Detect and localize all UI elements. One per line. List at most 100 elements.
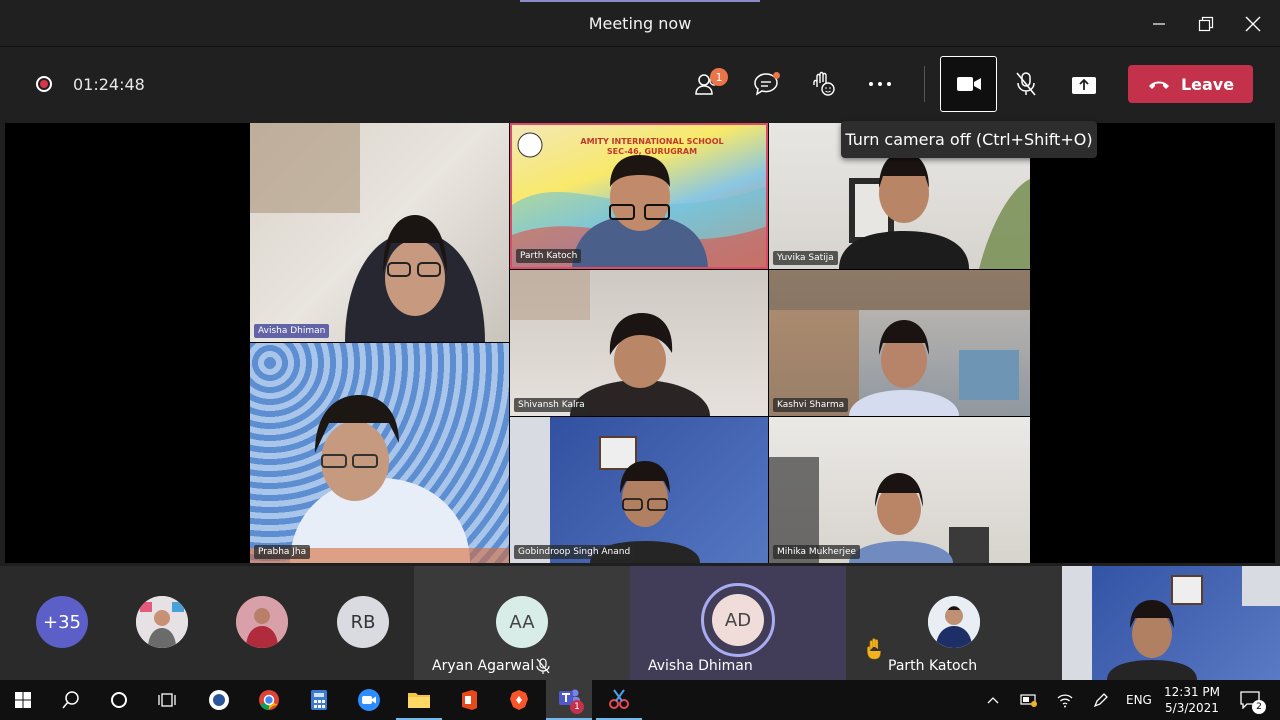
overflow-count-button[interactable]: +35 bbox=[36, 596, 88, 648]
snipping-tool-icon bbox=[609, 689, 629, 709]
tile-name: Parth Katoch bbox=[516, 249, 582, 263]
title-bar: Meeting now bbox=[0, 0, 1280, 47]
avatar-photo bbox=[136, 596, 188, 648]
avatar-initials: AD bbox=[712, 594, 764, 646]
video-tile-active[interactable]: AMITY INTERNATIONAL SCHOOL SEC-46, GURUG… bbox=[510, 123, 768, 269]
chrome-icon bbox=[259, 690, 279, 711]
teams-badge: 1 bbox=[570, 700, 584, 714]
language-indicator[interactable]: ENG bbox=[1126, 693, 1152, 707]
system-clock[interactable]: 12:31 PM 5/3/2021 bbox=[1162, 684, 1222, 716]
participant-video bbox=[510, 417, 700, 563]
windows-taskbar: 1 ENG 12:31 PM 5/3/2021 2 bbox=[0, 680, 1280, 720]
pen-icon bbox=[1093, 693, 1108, 708]
hang-up-icon bbox=[1148, 81, 1169, 89]
minimize-icon bbox=[1153, 23, 1165, 25]
meeting-toolbar: 01:24:48 1 Leave bbox=[0, 48, 1280, 120]
microphone-off-icon bbox=[536, 658, 550, 674]
windows-logo-icon bbox=[15, 692, 31, 708]
start-button[interactable] bbox=[0, 680, 46, 720]
banner-line-2: SEC-46, GURUGRAM bbox=[606, 147, 698, 156]
avatar-photo bbox=[928, 596, 980, 648]
clock-date: 5/3/2021 bbox=[1165, 701, 1219, 715]
taskbar-app[interactable] bbox=[246, 680, 292, 720]
avatar-initials: AA bbox=[496, 596, 548, 648]
participant-name: Aryan Agarwal bbox=[432, 658, 535, 674]
video-tile[interactable]: Shivansh Kalra bbox=[510, 270, 768, 416]
participant-video bbox=[250, 123, 485, 342]
cortana-button[interactable] bbox=[96, 680, 142, 720]
minimize-button[interactable] bbox=[1136, 10, 1182, 38]
search-button[interactable] bbox=[48, 680, 94, 720]
share-tray-icon bbox=[1072, 77, 1096, 94]
toolbar-divider bbox=[924, 66, 925, 102]
task-view-button[interactable] bbox=[144, 680, 190, 720]
avatar-photo bbox=[236, 596, 288, 648]
word-app-icon bbox=[209, 690, 229, 710]
restore-button[interactable] bbox=[1183, 10, 1229, 38]
tile-name: Prabha Jha bbox=[254, 545, 311, 559]
recording-indicator bbox=[36, 76, 52, 92]
more-icon bbox=[869, 82, 891, 86]
avatar[interactable] bbox=[236, 596, 288, 648]
wifi-icon bbox=[1057, 694, 1073, 708]
chat-unread-dot bbox=[773, 72, 780, 79]
tray-icon[interactable] bbox=[1014, 680, 1044, 720]
taskbar-app[interactable] bbox=[446, 680, 492, 720]
taskbar-app[interactable] bbox=[496, 680, 542, 720]
restore-icon bbox=[1198, 16, 1214, 32]
brave-icon bbox=[510, 690, 528, 710]
participants-button[interactable]: 1 bbox=[688, 66, 728, 102]
notifications-button[interactable]: 2 bbox=[1230, 680, 1270, 720]
chat-button[interactable] bbox=[746, 66, 786, 102]
video-camera-icon bbox=[956, 77, 981, 91]
video-tile[interactable]: Prabha Jha bbox=[250, 343, 509, 563]
participant-card[interactable]: AA Aryan Agarwal bbox=[414, 566, 630, 680]
notification-count: 2 bbox=[1252, 700, 1266, 714]
video-tile[interactable]: Kashvi Sharma bbox=[769, 270, 1030, 416]
office-icon bbox=[462, 690, 477, 710]
taskbar-app[interactable] bbox=[346, 680, 392, 720]
avatar[interactable] bbox=[136, 596, 188, 648]
close-icon bbox=[1245, 16, 1261, 32]
participant-video bbox=[250, 395, 509, 563]
taskbar-app[interactable] bbox=[596, 680, 642, 720]
banner-line-1: AMITY INTERNATIONAL SCHOOL bbox=[580, 137, 724, 146]
tray-icon[interactable] bbox=[1050, 680, 1080, 720]
camera-toggle-button[interactable] bbox=[940, 56, 997, 112]
calculator-icon bbox=[311, 690, 327, 710]
taskbar-app[interactable] bbox=[296, 680, 342, 720]
file-explorer-icon bbox=[408, 693, 430, 708]
video-tile[interactable]: Mihika Mukherjee bbox=[769, 417, 1030, 563]
taskbar-app[interactable] bbox=[196, 680, 242, 720]
more-actions-button[interactable] bbox=[860, 66, 900, 102]
avatar-initials[interactable]: RB bbox=[337, 596, 389, 648]
tray-icon[interactable] bbox=[1086, 680, 1116, 720]
video-tile[interactable]: Gobindroop Singh Anand bbox=[510, 417, 768, 563]
self-video bbox=[1062, 566, 1280, 680]
raised-hand-icon bbox=[867, 638, 881, 660]
avatar bbox=[928, 596, 980, 648]
self-video-preview[interactable] bbox=[1062, 566, 1280, 680]
close-button[interactable] bbox=[1230, 10, 1276, 38]
tile-name: Shivansh Kalra bbox=[514, 398, 589, 412]
taskbar-app[interactable] bbox=[396, 680, 442, 720]
tile-name: Kashvi Sharma bbox=[773, 398, 849, 412]
leave-button[interactable]: Leave bbox=[1128, 65, 1253, 103]
tile-name: Avisha Dhiman bbox=[254, 324, 330, 338]
mute-button[interactable] bbox=[1006, 66, 1046, 102]
raise-hand-icon bbox=[813, 71, 835, 96]
tile-name: Mihika Mukherjee bbox=[773, 545, 861, 559]
participant-video bbox=[769, 457, 989, 563]
title-accent bbox=[520, 0, 760, 2]
camera-tooltip: Turn camera off (Ctrl+Shift+O) bbox=[841, 121, 1097, 158]
participant-card[interactable]: Parth Katoch bbox=[846, 566, 1062, 680]
share-screen-button[interactable] bbox=[1064, 66, 1104, 102]
participant-card-speaking[interactable]: AD Avisha Dhiman bbox=[630, 566, 846, 680]
reactions-button[interactable] bbox=[803, 66, 843, 102]
taskbar-app-active[interactable]: 1 bbox=[546, 680, 592, 720]
tile-name: Gobindroop Singh Anand bbox=[514, 545, 635, 559]
video-tile[interactable]: Avisha Dhiman bbox=[250, 123, 509, 342]
participant-video bbox=[769, 270, 1030, 416]
chevron-up-icon bbox=[987, 697, 999, 704]
show-hidden-icons-button[interactable] bbox=[978, 680, 1008, 720]
